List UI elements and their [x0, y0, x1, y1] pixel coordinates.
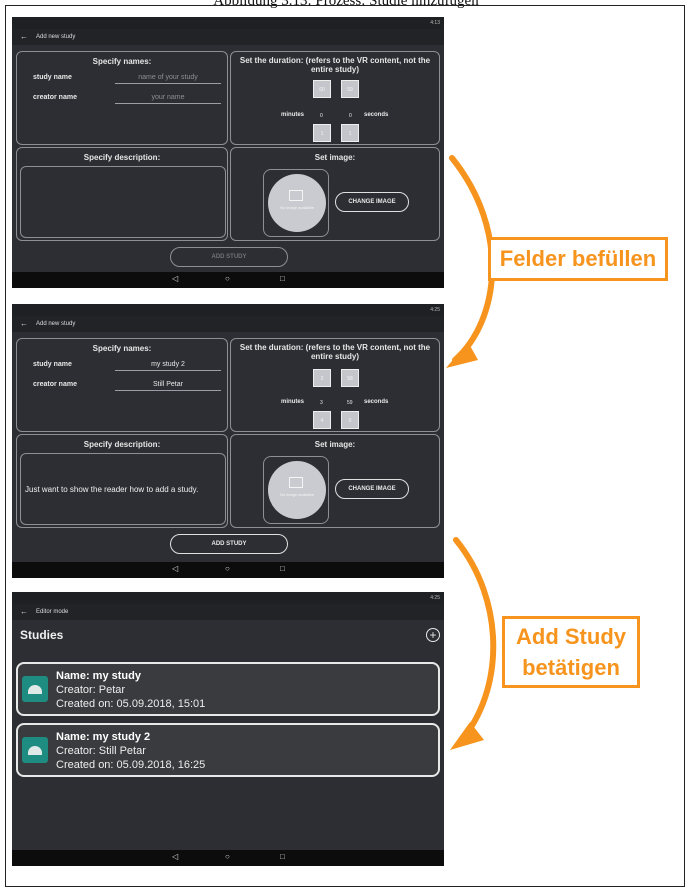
annotation-fill-fields: Felder befüllen: [488, 237, 668, 281]
annotation-press-add: Add Study betätigen: [502, 616, 640, 688]
annotation-arrows: [446, 155, 497, 750]
arrow-1-head: [446, 342, 478, 368]
arrow-2-curve: [453, 537, 497, 745]
arrow-2-head: [450, 722, 484, 750]
arrow-1-curve: [449, 155, 496, 363]
